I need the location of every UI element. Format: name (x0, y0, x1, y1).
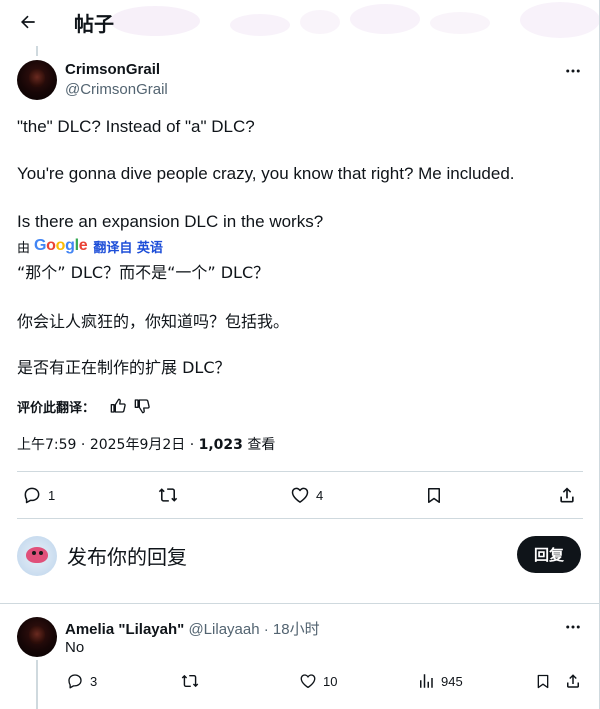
reply-like-button[interactable]: 10 (299, 672, 337, 690)
reply-views-button[interactable]: 945 (417, 672, 463, 690)
header-decoration (350, 4, 420, 34)
more-icon (566, 69, 580, 73)
share-action-button[interactable] (557, 485, 577, 505)
post-date[interactable]: 2025年9月2日 (90, 437, 185, 453)
header-decoration (300, 10, 340, 34)
thumbs-down-icon[interactable] (133, 397, 151, 415)
translated-text-line: “那个” DLC？而不是“一个” DLC？ (17, 263, 270, 282)
reply-submit-button[interactable]: 回复 (517, 536, 581, 573)
reply-input[interactable]: 发布你的回复 (67, 541, 187, 570)
bookmark-action-button[interactable] (425, 485, 443, 506)
reply-comment-button[interactable]: 3 (66, 672, 97, 690)
reply-text: No (65, 639, 85, 656)
current-user-avatar[interactable] (17, 536, 57, 576)
google-logo: Google (34, 237, 88, 254)
reply-author-avatar[interactable] (17, 617, 57, 657)
bookmark-icon (537, 674, 549, 689)
like-count: 4 (316, 487, 324, 503)
header-decoration (230, 14, 290, 36)
reply-share-button[interactable] (564, 672, 582, 690)
post-text-line: You're gonna dive people crazy, you know… (17, 164, 515, 183)
comment-icon (68, 674, 82, 689)
share-icon (567, 674, 579, 688)
translated-text-line: 你会让人疯狂的，你知道吗？包括我。 (17, 312, 290, 331)
divider (17, 518, 583, 519)
reply-bookmark-button[interactable] (535, 672, 551, 691)
post-meta: 上午7:59 · 2025年9月2日 · 1,023 查看 (17, 437, 276, 453)
reply-author-name[interactable]: Amelia "Lilayah" (65, 621, 184, 638)
page-title: 帖子 (74, 12, 114, 36)
reply-time[interactable]: 18小时 (273, 621, 320, 638)
reply-retweet-button[interactable] (180, 672, 200, 690)
translated-text-line: 是否有正在制作的扩展 DLC？ (17, 358, 231, 377)
thread-connector (36, 660, 38, 709)
retweet-action-button[interactable] (157, 485, 185, 505)
more-icon (566, 625, 580, 629)
reply-view-count: 945 (441, 673, 463, 689)
reply-like-count: 10 (323, 673, 338, 689)
author-avatar[interactable] (17, 60, 57, 100)
section-divider (0, 603, 600, 604)
post-text-line: "the" DLC? Instead of "a" DLC? (17, 117, 255, 136)
translated-by-label: 由 (17, 240, 31, 256)
views-label: 查看 (247, 437, 276, 453)
reply-reply-count: 3 (90, 673, 98, 689)
translated-from-link[interactable]: 翻译自 英语 (93, 237, 163, 256)
rate-translation: 评价此翻译： (17, 396, 151, 416)
rate-translation-label: 评价此翻译： (17, 400, 96, 416)
analytics-icon (420, 674, 433, 688)
reply-author[interactable]: Amelia "Lilayah" @Lilayaah · 18小时 (65, 618, 320, 639)
post-text-line: Is there an expansion DLC in the works? (17, 212, 324, 231)
post-time[interactable]: 上午7:59 (17, 437, 76, 453)
reply-action-button[interactable]: 1 (22, 485, 55, 505)
translation-attribution: 由 Google 翻译自 英语 (17, 237, 163, 256)
like-action-button[interactable]: 4 (290, 485, 323, 505)
retweet-icon (181, 674, 199, 688)
arrow-left-icon (21, 15, 35, 29)
header-decoration (430, 12, 490, 34)
retweet-icon (158, 488, 178, 502)
header-decoration (520, 2, 600, 38)
heart-icon (300, 674, 316, 689)
share-icon (560, 487, 574, 503)
thumbs-up-icon[interactable] (109, 397, 127, 415)
reply-more-button[interactable] (561, 615, 585, 639)
comment-icon (24, 487, 40, 504)
thread-connector (36, 46, 38, 56)
reply-count: 1 (48, 487, 56, 503)
post-more-button[interactable] (561, 59, 585, 83)
reply-author-handle[interactable]: @Lilayaah (188, 621, 259, 638)
page-header: 帖子 (0, 0, 600, 44)
bookmark-icon (428, 488, 440, 503)
back-button[interactable] (14, 8, 42, 36)
heart-icon (291, 487, 309, 503)
views-count: 1,023 (198, 437, 243, 453)
divider (17, 471, 583, 472)
author-handle[interactable]: @CrimsonGrail (65, 81, 168, 98)
header-decoration (110, 6, 200, 36)
author-name[interactable]: CrimsonGrail (65, 61, 160, 78)
